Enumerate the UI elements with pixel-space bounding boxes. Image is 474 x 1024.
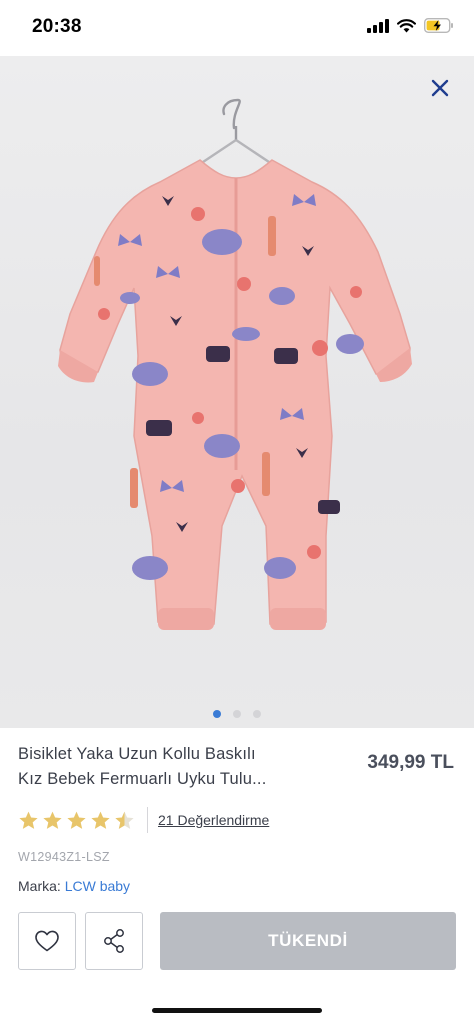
product-title: Bisiklet Yaka Uzun Kollu Baskılı Kız Beb… <box>18 742 318 792</box>
product-title-line-1: Bisiklet Yaka Uzun Kollu Baskılı <box>18 745 256 763</box>
brand-row: Marka: LCW baby <box>18 878 130 894</box>
rating-divider <box>147 807 148 833</box>
rating-row: 21 Değerlendirme <box>18 806 269 834</box>
wishlist-button[interactable] <box>18 912 76 970</box>
star-rating <box>18 810 135 831</box>
product-price: 349,99 TL <box>367 752 454 773</box>
pager-dot-active[interactable] <box>213 710 221 718</box>
share-button[interactable] <box>85 912 143 970</box>
star-half-icon <box>115 811 134 829</box>
star-icon <box>67 811 86 829</box>
status-icons <box>367 17 454 38</box>
status-bar: 20:38 <box>0 0 474 56</box>
product-image-gallery[interactable] <box>0 56 474 728</box>
battery-charging-icon <box>423 17 454 38</box>
reviews-link[interactable]: 21 Değerlendirme <box>158 812 269 828</box>
status-time: 20:38 <box>32 16 82 37</box>
sold-out-button[interactable]: TÜKENDİ <box>160 912 456 970</box>
share-icon <box>104 929 124 953</box>
product-photo <box>58 98 412 630</box>
star-icon <box>43 811 62 829</box>
pager-dot[interactable] <box>233 710 241 718</box>
pager-dot[interactable] <box>253 710 261 718</box>
wifi-icon <box>397 18 416 38</box>
product-sku: W12943Z1-LSZ <box>18 850 110 864</box>
star-icon <box>19 811 38 829</box>
home-indicator[interactable] <box>152 1008 322 1013</box>
heart-icon <box>35 930 59 952</box>
star-icon <box>91 811 110 829</box>
brand-label: Marka: <box>18 878 61 894</box>
product-title-line-2: Kız Bebek Fermuarlı Uyku Tulu... <box>18 770 267 788</box>
action-row: TÜKENDİ <box>18 912 456 972</box>
close-icon[interactable] <box>428 76 452 100</box>
gallery-pager <box>0 710 474 718</box>
signal-icon <box>367 18 389 38</box>
brand-link[interactable]: LCW baby <box>65 878 130 894</box>
